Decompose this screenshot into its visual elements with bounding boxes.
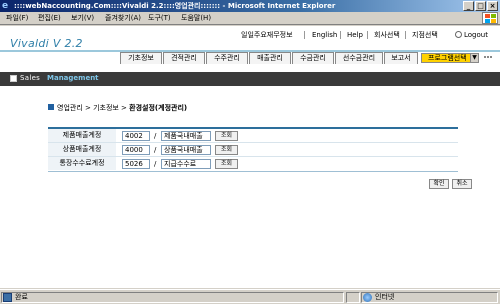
minimize-button[interactable]: _ xyxy=(463,1,474,11)
module-sales-label: Sales xyxy=(20,74,41,82)
logout-link[interactable]: Logout xyxy=(455,30,488,40)
ie-logo-icon: e xyxy=(2,1,9,11)
separator-slash: / xyxy=(154,132,157,140)
confirm-button[interactable]: 확인 xyxy=(429,179,449,189)
tab-orders[interactable]: 수주관리 xyxy=(206,52,248,64)
menu-tools[interactable]: 도구(T) xyxy=(148,14,171,23)
account-code-input[interactable]: 5026 xyxy=(122,159,150,169)
brand-logo[interactable]: Vivaldi V 2.2 xyxy=(10,37,83,50)
menu-edit[interactable]: 편집(E) xyxy=(38,14,61,23)
page-done-icon xyxy=(3,293,12,302)
tab-quotation[interactable]: 견적관리 xyxy=(163,52,205,64)
logout-label: Logout xyxy=(464,31,488,39)
form-row-goods-sales: 상품매출계정 4000 / 상품국내매출 조회 xyxy=(48,143,458,157)
module-checkbox-icon xyxy=(10,75,17,82)
window-title-bar: e ::::webNaccounting.Com::::Vivaldi 2.2:… xyxy=(0,0,500,12)
internet-zone-icon xyxy=(363,293,372,302)
top-link-separator xyxy=(367,31,368,39)
tab-basic-info[interactable]: 기초정보 xyxy=(120,52,162,64)
status-message-pane xyxy=(1,292,344,303)
tab-advance-receipts[interactable]: 선수금관리 xyxy=(335,52,383,64)
module-bar: Sales Management xyxy=(0,72,500,86)
form-row-product-sales: 제품매출계정 4002 / 제품국내매출 조회 xyxy=(48,129,458,143)
breadcrumb-icon xyxy=(48,104,54,110)
field-label: 통장수수료계정 xyxy=(48,157,116,170)
status-pane xyxy=(346,292,360,303)
windows-logo-icon xyxy=(482,12,498,24)
top-link-help[interactable]: Help xyxy=(347,30,363,40)
top-link-company-select[interactable]: 회사선택 xyxy=(374,30,400,40)
browser-status-bar: 완료 인터넷 xyxy=(0,289,500,304)
top-link-separator xyxy=(405,31,406,39)
maximize-button[interactable]: □ xyxy=(475,1,486,11)
lookup-button[interactable]: 조회 xyxy=(215,131,238,141)
account-name-input[interactable]: 제품국내매출 xyxy=(161,131,211,141)
menu-favorites[interactable]: 즐겨찾기(A) xyxy=(105,14,141,23)
account-code-input[interactable]: 4002 xyxy=(122,131,150,141)
top-link-separator xyxy=(340,31,341,39)
module-management-label: Management xyxy=(47,74,99,82)
top-link-english[interactable]: English xyxy=(312,30,337,40)
tab-reports[interactable]: 보고서 xyxy=(384,52,418,64)
form-row-bank-fee: 통장수수료계정 5026 / 지급수수료 조회 xyxy=(48,157,458,171)
top-link-separator xyxy=(304,31,305,39)
close-button[interactable]: × xyxy=(487,1,498,11)
zone-label: 인터넷 xyxy=(375,293,395,301)
field-label: 제품매출계정 xyxy=(48,129,116,142)
separator-slash: / xyxy=(154,146,157,154)
account-name-input[interactable]: 지급수수료 xyxy=(161,159,211,169)
account-code-input[interactable]: 4000 xyxy=(122,145,150,155)
program-select-dropdown[interactable]: 프로그램선택 ▼ xyxy=(421,53,479,63)
decorative-dots xyxy=(484,56,492,60)
app-header: Vivaldi V 2.2 일일주요재무정보 English Help 회사선택… xyxy=(0,26,500,66)
menu-view[interactable]: 보기(V) xyxy=(71,14,94,23)
account-settings-form: 제품매출계정 4002 / 제품국내매출 조회 상품매출계정 4000 / 상품… xyxy=(48,127,458,172)
breadcrumb-path: 영업관리 > 기초정보 > xyxy=(57,104,127,112)
status-text: 완료 xyxy=(15,293,28,301)
lookup-button[interactable]: 조회 xyxy=(215,145,238,155)
power-icon xyxy=(455,31,462,38)
browser-menu-bar: 파일(F) 편집(E) 보기(V) 즐겨찾기(A) 도구(T) 도움말(H) xyxy=(0,12,500,25)
top-link-daily-finance[interactable]: 일일주요재무정보 xyxy=(241,30,293,40)
account-name-input[interactable]: 상품국내매출 xyxy=(161,145,211,155)
tab-sales[interactable]: 매출관리 xyxy=(249,52,291,64)
program-select-value: 프로그램선택 xyxy=(428,54,467,62)
breadcrumb: 영업관리 > 기초정보 > 환경설정(계정관리) xyxy=(48,104,187,113)
page-title: 환경설정(계정관리) xyxy=(129,104,188,112)
cancel-button[interactable]: 취소 xyxy=(452,179,472,189)
menu-file[interactable]: 파일(F) xyxy=(6,14,28,23)
page-content: Vivaldi V 2.2 일일주요재무정보 English Help 회사선택… xyxy=(0,26,500,288)
field-label: 상품매출계정 xyxy=(48,143,116,156)
lookup-button[interactable]: 조회 xyxy=(215,159,238,169)
separator-slash: / xyxy=(154,160,157,168)
chevron-down-icon: ▼ xyxy=(470,54,478,62)
window-title: ::::webNaccounting.Com::::Vivaldi 2.2:::… xyxy=(14,2,336,10)
menu-help[interactable]: 도움말(H) xyxy=(181,14,211,23)
top-link-branch-select[interactable]: 지점선택 xyxy=(412,30,438,40)
tab-collection[interactable]: 수금관리 xyxy=(292,52,334,64)
